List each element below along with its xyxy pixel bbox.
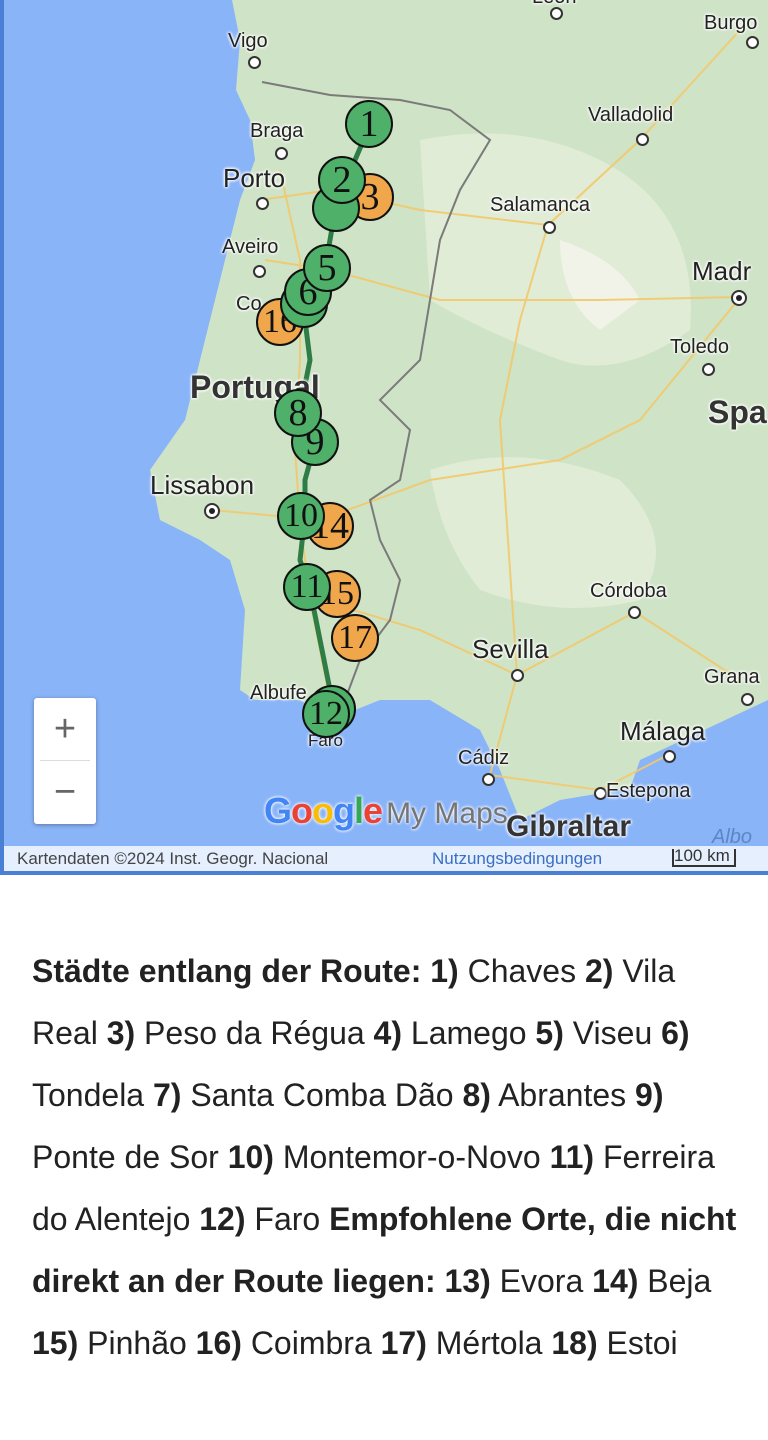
label-braga: Braga [250, 120, 304, 142]
zoom-in-button[interactable]: + [34, 698, 96, 760]
label-madrid: Madr [692, 256, 752, 286]
map-marker-17[interactable]: 17 [331, 614, 379, 662]
city-dot-toledo [702, 363, 715, 376]
label-albufeira: Albufe [250, 682, 307, 704]
route-item-12: 12) Faro [199, 1201, 321, 1237]
label-cadiz: Cádiz [458, 747, 510, 769]
label-vigo: Vigo [228, 30, 268, 52]
recommended-item-18: 18) Estoi [551, 1325, 678, 1361]
label-gibraltar: Gibraltar [506, 810, 632, 843]
route-list: 1) Chaves 2) Vila Real 3) Peso da Régua … [32, 953, 715, 1237]
label-burgos: Burgo [704, 12, 758, 34]
google-my-maps-logo: Google My Maps [264, 790, 508, 832]
route-item-1: 1) Chaves [430, 953, 577, 989]
label-porto: Porto [223, 163, 286, 193]
label-sevilla: Sevilla [472, 634, 549, 664]
route-item-7: 7) Santa Comba Dão [152, 1077, 454, 1113]
label-malaga: Málaga [620, 716, 706, 746]
route-item-3: 3) Peso da Régua [106, 1015, 365, 1051]
label-spain: Spa [708, 394, 767, 430]
my-maps-wordmark: My Maps [386, 797, 508, 830]
city-dot-salamanca [543, 221, 556, 234]
city-dot-cordoba [628, 606, 641, 619]
city-dot-sevilla [511, 669, 524, 682]
label-toledo: Toledo [670, 336, 729, 358]
map-marker-10[interactable]: 10 [277, 492, 325, 540]
map-marker-1[interactable]: 1 [345, 100, 393, 148]
route-item-5: 5) Viseu [535, 1015, 653, 1051]
city-dot-aveiro [253, 265, 266, 278]
attribution-bar: Kartendaten ©2024 Inst. Geogr. Nacional … [0, 846, 768, 871]
map-marker-2[interactable]: 2 [318, 156, 366, 204]
label-lissabon: Lissabon [150, 470, 255, 500]
map-marker-11[interactable]: 11 [283, 563, 331, 611]
recommended-item-17: 17) Mértola [380, 1325, 543, 1361]
attribution-text: Kartendaten ©2024 Inst. Geogr. Nacional [17, 849, 329, 868]
recommended-item-14: 14) Beja [592, 1263, 712, 1299]
label-valladolid: Valladolid [588, 104, 674, 126]
city-dot-braga [275, 147, 288, 160]
label-leon: León [532, 0, 577, 9]
zoom-control: + − [34, 698, 96, 824]
map-marker-12[interactable]: 12 [302, 690, 350, 738]
city-dot-porto [256, 197, 269, 210]
city-dot-malaga [663, 750, 676, 763]
city-dot-lissabon [204, 503, 220, 519]
map-marker-8[interactable]: 8 [274, 389, 322, 437]
recommended-item-15: 15) Pinhão [32, 1325, 187, 1361]
recommended-item-13: 13) Evora [444, 1263, 584, 1299]
route-item-8: 8) Abrantes [462, 1077, 627, 1113]
recommended-item-16: 16) Coimbra [195, 1325, 372, 1361]
map-frame-left [0, 0, 4, 875]
city-dot-valladolid [636, 133, 649, 146]
terms-link[interactable]: Nutzungsbedingungen [432, 849, 602, 869]
route-item-10: 10) Montemor-o-Novo [227, 1139, 541, 1175]
label-salamanca: Salamanca [490, 194, 591, 216]
city-dot-madrid [731, 290, 747, 306]
label-estepona: Estepona [606, 780, 691, 802]
map-view[interactable]: León Burgo Vigo Braga Porto Valladolid S… [0, 0, 768, 875]
route-description: Städte entlang der Route: 1) Chaves 2) V… [32, 940, 742, 1374]
label-aveiro: Aveiro [222, 236, 279, 258]
zoom-out-button[interactable]: − [34, 761, 96, 823]
city-dot-granada [741, 693, 754, 706]
label-granada: Grana [704, 666, 760, 688]
map-marker-5[interactable]: 5 [303, 244, 351, 292]
city-dot-vigo [248, 56, 261, 69]
route-heading: Städte entlang der Route: [32, 953, 422, 989]
scale-bar: 100 km [672, 847, 736, 867]
google-wordmark: Google [264, 790, 383, 831]
city-dot-burgos [746, 36, 759, 49]
label-cordoba: Córdoba [590, 580, 667, 602]
map-frame-bottom [0, 871, 768, 875]
city-dot-cadiz [482, 773, 495, 786]
route-item-4: 4) Lamego [373, 1015, 527, 1051]
